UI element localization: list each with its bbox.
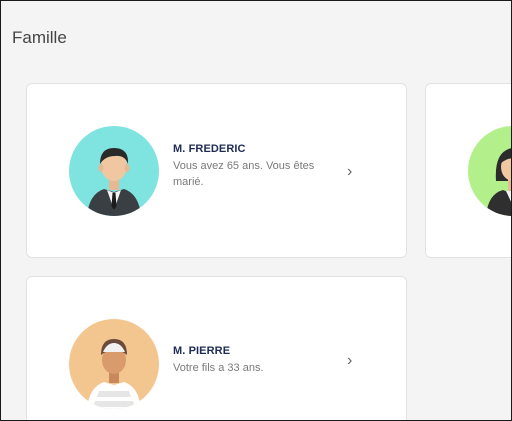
family-card-pierre[interactable]: M. PIERRE Votre fils a 33 ans. ›: [26, 276, 407, 420]
app-frame: Famille M. FREDERIC Vous avez 65 ans. Vo…: [0, 0, 512, 421]
member-info: M. PIERRE Votre fils a 33 ans.: [173, 345, 323, 376]
member-description: Vous avez 65 ans. Vous êtes marié.: [173, 160, 315, 188]
chevron-right-icon[interactable]: ›: [347, 353, 352, 369]
member-info: M. FREDERIC Vous avez 65 ans. Vous êtes …: [173, 143, 323, 190]
young-man-cap-avatar-icon: [69, 319, 159, 409]
family-card-frederic[interactable]: M. FREDERIC Vous avez 65 ans. Vous êtes …: [26, 83, 407, 258]
member-name: M. PIERRE: [173, 345, 231, 357]
woman-avatar-icon: [468, 126, 511, 216]
family-card-partner[interactable]: [425, 83, 511, 258]
member-description: Votre fils a 33 ans.: [173, 362, 264, 374]
chevron-right-icon[interactable]: ›: [347, 164, 352, 180]
section-title: Famille: [12, 28, 67, 47]
man-in-suit-avatar-icon: [69, 126, 159, 216]
member-name: M. FREDERIC: [173, 143, 246, 155]
